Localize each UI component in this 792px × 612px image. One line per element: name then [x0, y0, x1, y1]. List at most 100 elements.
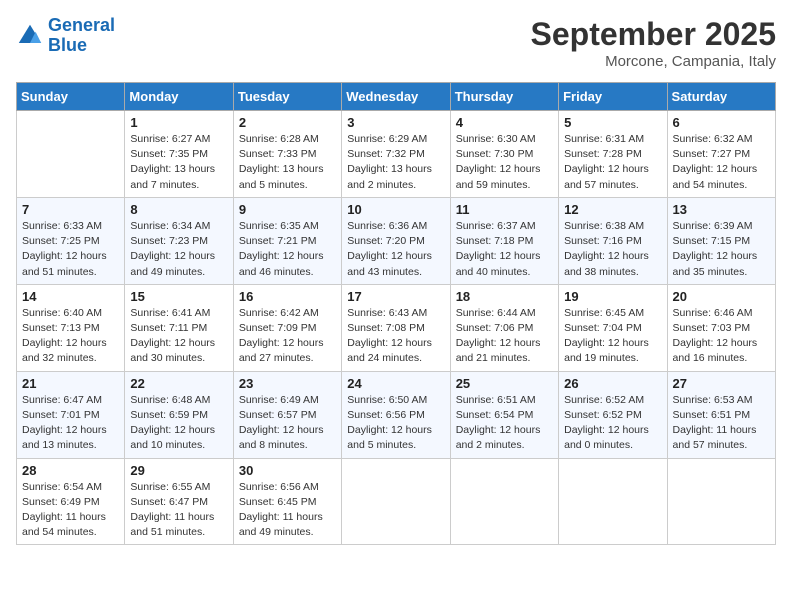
- day-number: 2: [239, 115, 336, 130]
- logo-icon: [16, 22, 44, 50]
- calendar-cell: 20 Sunrise: 6:46 AM Sunset: 7:03 PM Dayli…: [667, 284, 775, 371]
- calendar-cell: 3 Sunrise: 6:29 AM Sunset: 7:32 PM Daylig…: [342, 111, 450, 198]
- calendar-cell: 14Sunrise: 6:40 AM Sunset: 7:13 PM Dayli…: [17, 284, 125, 371]
- day-info: Sunrise: 6:42 AM Sunset: 7:09 PM Dayligh…: [239, 306, 336, 367]
- calendar-cell: 15 Sunrise: 6:41 AM Sunset: 7:11 PM Dayli…: [125, 284, 233, 371]
- day-number: 18: [456, 289, 553, 304]
- calendar-cell: 24 Sunrise: 6:50 AM Sunset: 6:56 PM Dayli…: [342, 371, 450, 458]
- day-info: Sunrise: 6:41 AM Sunset: 7:11 PM Dayligh…: [130, 306, 227, 367]
- calendar-cell: 23 Sunrise: 6:49 AM Sunset: 6:57 PM Dayli…: [233, 371, 341, 458]
- calendar-cell: 11Sunrise: 6:37 AM Sunset: 7:18 PM Dayli…: [450, 197, 558, 284]
- day-info: Sunrise: 6:33 AM Sunset: 7:25 PM Dayligh…: [22, 219, 119, 280]
- weekday-header: Wednesday: [342, 83, 450, 111]
- calendar-cell: 30 Sunrise: 6:56 AM Sunset: 6:45 PM Dayli…: [233, 458, 341, 545]
- weekday-header: Thursday: [450, 83, 558, 111]
- day-number: 29: [130, 463, 227, 478]
- day-number: 10: [347, 202, 444, 217]
- calendar-week-row: 14Sunrise: 6:40 AM Sunset: 7:13 PM Dayli…: [17, 284, 776, 371]
- day-number: 17: [347, 289, 444, 304]
- logo-text: General Blue: [48, 16, 115, 56]
- day-number: 24: [347, 376, 444, 391]
- day-number: 25: [456, 376, 553, 391]
- calendar-cell: 25 Sunrise: 6:51 AM Sunset: 6:54 PM Dayli…: [450, 371, 558, 458]
- day-info: Sunrise: 6:37 AM Sunset: 7:18 PM Dayligh…: [456, 219, 553, 280]
- calendar-cell: 5 Sunrise: 6:31 AM Sunset: 7:28 PM Daylig…: [559, 111, 667, 198]
- day-info: Sunrise: 6:46 AM Sunset: 7:03 PM Dayligh…: [673, 306, 770, 367]
- day-info: Sunrise: 6:29 AM Sunset: 7:32 PM Dayligh…: [347, 132, 444, 193]
- day-info: Sunrise: 6:30 AM Sunset: 7:30 PM Dayligh…: [456, 132, 553, 193]
- day-info: Sunrise: 6:51 AM Sunset: 6:54 PM Dayligh…: [456, 393, 553, 454]
- calendar-cell: 17 Sunrise: 6:43 AM Sunset: 7:08 PM Dayli…: [342, 284, 450, 371]
- month-title: September 2025: [531, 16, 776, 53]
- day-number: 1: [130, 115, 227, 130]
- day-number: 30: [239, 463, 336, 478]
- day-number: 20: [673, 289, 770, 304]
- day-info: Sunrise: 6:28 AM Sunset: 7:33 PM Dayligh…: [239, 132, 336, 193]
- weekday-header: Saturday: [667, 83, 775, 111]
- calendar-cell: [450, 458, 558, 545]
- calendar-cell: 13 Sunrise: 6:39 AM Sunset: 7:15 PM Dayli…: [667, 197, 775, 284]
- calendar-cell: 9 Sunrise: 6:35 AM Sunset: 7:21 PM Daylig…: [233, 197, 341, 284]
- weekday-header-row: SundayMondayTuesdayWednesdayThursdayFrid…: [17, 83, 776, 111]
- calendar-cell: 27 Sunrise: 6:53 AM Sunset: 6:51 PM Dayli…: [667, 371, 775, 458]
- calendar-cell: [17, 111, 125, 198]
- day-number: 12: [564, 202, 661, 217]
- calendar-cell: 4Sunrise: 6:30 AM Sunset: 7:30 PM Daylig…: [450, 111, 558, 198]
- weekday-header: Sunday: [17, 83, 125, 111]
- location: Morcone, Campania, Italy: [531, 53, 776, 70]
- day-info: Sunrise: 6:53 AM Sunset: 6:51 PM Dayligh…: [673, 393, 770, 454]
- day-info: Sunrise: 6:52 AM Sunset: 6:52 PM Dayligh…: [564, 393, 661, 454]
- day-info: Sunrise: 6:56 AM Sunset: 6:45 PM Dayligh…: [239, 480, 336, 541]
- day-info: Sunrise: 6:31 AM Sunset: 7:28 PM Dayligh…: [564, 132, 661, 193]
- calendar-cell: 22 Sunrise: 6:48 AM Sunset: 6:59 PM Dayli…: [125, 371, 233, 458]
- calendar-cell: 19 Sunrise: 6:45 AM Sunset: 7:04 PM Dayli…: [559, 284, 667, 371]
- calendar-week-row: 7 Sunrise: 6:33 AM Sunset: 7:25 PM Daylig…: [17, 197, 776, 284]
- day-info: Sunrise: 6:48 AM Sunset: 6:59 PM Dayligh…: [130, 393, 227, 454]
- calendar-cell: 10Sunrise: 6:36 AM Sunset: 7:20 PM Dayli…: [342, 197, 450, 284]
- day-number: 21: [22, 376, 119, 391]
- calendar-cell: 16 Sunrise: 6:42 AM Sunset: 7:09 PM Dayli…: [233, 284, 341, 371]
- page-header: General Blue September 2025 Morcone, Cam…: [16, 16, 776, 70]
- day-number: 23: [239, 376, 336, 391]
- title-block: September 2025 Morcone, Campania, Italy: [531, 16, 776, 70]
- weekday-header: Monday: [125, 83, 233, 111]
- calendar-cell: 21 Sunrise: 6:47 AM Sunset: 7:01 PM Dayli…: [17, 371, 125, 458]
- calendar-cell: 6 Sunrise: 6:32 AM Sunset: 7:27 PM Daylig…: [667, 111, 775, 198]
- day-number: 8: [130, 202, 227, 217]
- day-info: Sunrise: 6:55 AM Sunset: 6:47 PM Dayligh…: [130, 480, 227, 541]
- calendar-cell: 18 Sunrise: 6:44 AM Sunset: 7:06 PM Dayli…: [450, 284, 558, 371]
- day-number: 15: [130, 289, 227, 304]
- calendar-cell: 8Sunrise: 6:34 AM Sunset: 7:23 PM Daylig…: [125, 197, 233, 284]
- day-number: 3: [347, 115, 444, 130]
- calendar-week-row: 1 Sunrise: 6:27 AM Sunset: 7:35 PM Daylig…: [17, 111, 776, 198]
- day-number: 22: [130, 376, 227, 391]
- day-number: 19: [564, 289, 661, 304]
- day-number: 26: [564, 376, 661, 391]
- day-info: Sunrise: 6:32 AM Sunset: 7:27 PM Dayligh…: [673, 132, 770, 193]
- day-info: Sunrise: 6:39 AM Sunset: 7:15 PM Dayligh…: [673, 219, 770, 280]
- calendar-week-row: 28Sunrise: 6:54 AM Sunset: 6:49 PM Dayli…: [17, 458, 776, 545]
- day-info: Sunrise: 6:44 AM Sunset: 7:06 PM Dayligh…: [456, 306, 553, 367]
- day-number: 6: [673, 115, 770, 130]
- day-info: Sunrise: 6:47 AM Sunset: 7:01 PM Dayligh…: [22, 393, 119, 454]
- day-number: 14: [22, 289, 119, 304]
- day-info: Sunrise: 6:27 AM Sunset: 7:35 PM Dayligh…: [130, 132, 227, 193]
- calendar-cell: 1 Sunrise: 6:27 AM Sunset: 7:35 PM Daylig…: [125, 111, 233, 198]
- day-info: Sunrise: 6:49 AM Sunset: 6:57 PM Dayligh…: [239, 393, 336, 454]
- calendar-cell: [559, 458, 667, 545]
- calendar-cell: [342, 458, 450, 545]
- weekday-header: Tuesday: [233, 83, 341, 111]
- day-number: 5: [564, 115, 661, 130]
- calendar-cell: 2 Sunrise: 6:28 AM Sunset: 7:33 PM Daylig…: [233, 111, 341, 198]
- day-number: 9: [239, 202, 336, 217]
- day-number: 27: [673, 376, 770, 391]
- day-info: Sunrise: 6:50 AM Sunset: 6:56 PM Dayligh…: [347, 393, 444, 454]
- day-info: Sunrise: 6:35 AM Sunset: 7:21 PM Dayligh…: [239, 219, 336, 280]
- calendar-cell: 12Sunrise: 6:38 AM Sunset: 7:16 PM Dayli…: [559, 197, 667, 284]
- day-number: 13: [673, 202, 770, 217]
- weekday-header: Friday: [559, 83, 667, 111]
- day-info: Sunrise: 6:45 AM Sunset: 7:04 PM Dayligh…: [564, 306, 661, 367]
- day-number: 16: [239, 289, 336, 304]
- day-number: 7: [22, 202, 119, 217]
- day-info: Sunrise: 6:43 AM Sunset: 7:08 PM Dayligh…: [347, 306, 444, 367]
